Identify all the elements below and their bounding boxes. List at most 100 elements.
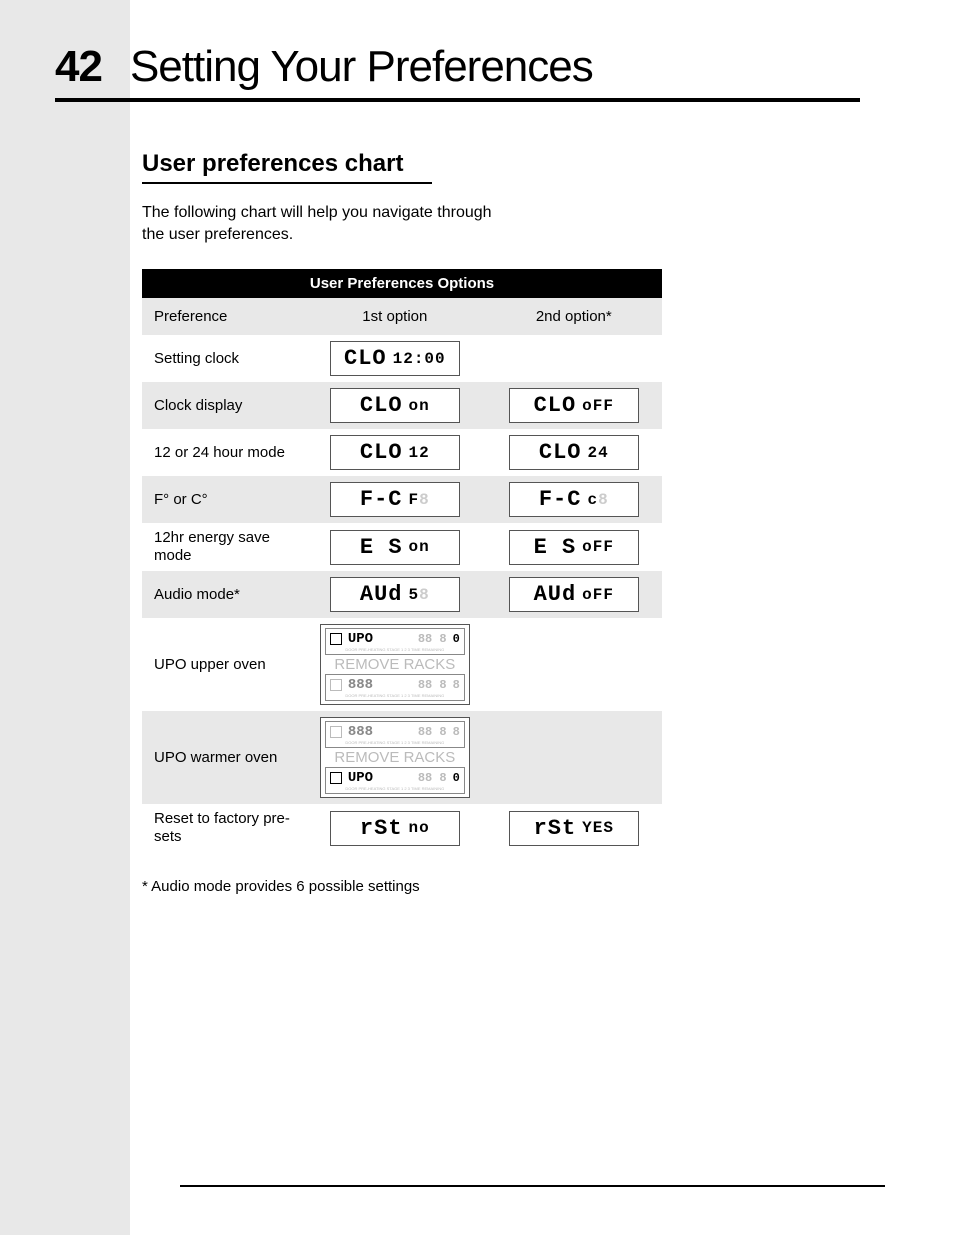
table-row: Clock display CLO on CLO oFF: [142, 382, 662, 429]
option-2-cell: E S oFF: [486, 523, 662, 571]
lcd-main: CLO: [534, 393, 577, 418]
lcd-sub: 12:00: [393, 350, 446, 368]
lcd-sub: on: [409, 397, 430, 415]
lcd-main: CLO: [360, 440, 403, 465]
lcd-sub: oFF: [582, 538, 614, 556]
section-title: User preferences chart: [142, 150, 403, 178]
table-row: Reset to factory pre-sets rSt no rSt YES: [142, 804, 662, 852]
preference-label: Setting clock: [142, 335, 304, 382]
lcd-main: F-C: [539, 487, 582, 512]
preference-label: Reset to factory pre-sets: [142, 804, 304, 852]
lcd-option: rSt no: [330, 811, 460, 846]
lcd-option: CLO 12: [330, 435, 460, 470]
lcd-upo-value: 0: [453, 632, 460, 646]
table-row: 12hr energy save mode E S on E S oFF: [142, 523, 662, 571]
lcd-ghost: 88 8: [418, 771, 447, 785]
table-row: F° or C° F-C F8 F-C c8: [142, 476, 662, 523]
option-2-cell: F-C c8: [486, 476, 662, 523]
lcd-main: E S: [534, 535, 577, 560]
footer-rule: [180, 1185, 885, 1187]
section: User preferences chart The following cha…: [130, 102, 940, 895]
preference-label: UPO warmer oven: [142, 711, 304, 804]
preference-label: 12hr energy save mode: [142, 523, 304, 571]
lcd-main: AUd: [534, 582, 577, 607]
preference-label: UPO upper oven: [142, 618, 304, 711]
option-1-cell: F-C F8: [304, 476, 485, 523]
lcd-tiny: REMOVE RACKS: [325, 749, 465, 766]
lcd-option: E S on: [330, 530, 460, 565]
lcd-option: E S oFF: [509, 530, 639, 565]
lcd-main: CLO: [539, 440, 582, 465]
preference-label: Clock display: [142, 382, 304, 429]
preference-label: F° or C°: [142, 476, 304, 523]
option-1-cell: UPO 88 80 DOOR PRE-HEATING STAGE 1 2 3 T…: [304, 618, 485, 711]
option-2-cell: CLO oFF: [486, 382, 662, 429]
lcd-main: CLO: [360, 393, 403, 418]
lcd-upo-label: 888: [348, 677, 373, 693]
lcd-option: CLO 24: [509, 435, 639, 470]
lcd-main: CLO: [344, 346, 387, 371]
oven-icon: [330, 726, 342, 738]
option-1-cell: AUd 58: [304, 571, 485, 618]
lcd-stack-row: 888 88 88 DOOR PRE-HEATING STAGE 1 2 3 T…: [325, 674, 465, 701]
lcd-tiny-text: DOOR PRE-HEATING STAGE 1 2 3 TIME REMAIN…: [330, 786, 460, 791]
col-option-1: 1st option: [304, 298, 485, 335]
lcd-option: AUd oFF: [509, 577, 639, 612]
lcd-upo-label: 888: [348, 724, 373, 740]
table-header: User Preferences Options: [142, 269, 662, 298]
table-column-headers: Preference 1st option 2nd option*: [142, 298, 662, 335]
lcd-tiny-text: DOOR PRE-HEATING STAGE 1 2 3 TIME REMAIN…: [330, 647, 460, 652]
lcd-ghost: 88 8: [418, 632, 447, 646]
preference-label: 12 or 24 hour mode: [142, 429, 304, 476]
lcd-upo-value: 0: [453, 771, 460, 785]
option-1-cell: rSt no: [304, 804, 485, 852]
col-option-2: 2nd option*: [486, 298, 662, 335]
lcd-ghost: 88 8: [418, 725, 447, 739]
table-row: Audio mode* AUd 58 AUd oFF: [142, 571, 662, 618]
lcd-sub: F8: [409, 491, 430, 509]
col-preference: Preference: [142, 298, 304, 335]
page-title: Setting Your Preferences: [130, 42, 593, 92]
option-2-cell: [486, 711, 662, 804]
option-2-cell: AUd oFF: [486, 571, 662, 618]
lcd-stack-row: UPO 88 8 0 DOOR PRE-HEATING STAGE 1 2 3 T…: [325, 767, 465, 794]
option-1-cell: E S on: [304, 523, 485, 571]
lcd-option: F-C F8: [330, 482, 460, 517]
lcd-sub: no: [409, 819, 430, 837]
lcd-main: rSt: [360, 816, 403, 841]
option-2-cell: [486, 335, 662, 382]
option-1-cell: CLO 12:00: [304, 335, 485, 382]
section-underline: [142, 182, 432, 184]
lcd-sub: 58: [409, 586, 430, 604]
lcd-sub: 12: [409, 444, 430, 462]
option-2-cell: [486, 618, 662, 711]
preference-label: Audio mode*: [142, 571, 304, 618]
lcd-option: AUd 58: [330, 577, 460, 612]
option-1-cell: CLO 12: [304, 429, 485, 476]
page-margin: [0, 0, 130, 1235]
option-1-cell: 888 88 8 8 DOOR PRE-HEATING STAGE 1 2 3 T…: [304, 711, 485, 804]
lcd-option-stacked: UPO 88 80 DOOR PRE-HEATING STAGE 1 2 3 T…: [320, 624, 470, 705]
lcd-option: F-C c8: [509, 482, 639, 517]
oven-icon: [330, 772, 342, 784]
lcd-upo-label: UPO: [348, 770, 373, 786]
lcd-option: CLO 12:00: [330, 341, 460, 376]
table-row: UPO upper oven UPO 88 80 DOOR PRE-HEATIN…: [142, 618, 662, 711]
manual-page: 42 Setting Your Preferences User prefere…: [0, 0, 954, 1235]
intro-text: The following chart will help you naviga…: [142, 202, 512, 245]
lcd-main: F-C: [360, 487, 403, 512]
lcd-upo-value: 8: [453, 678, 460, 692]
table-row: UPO warmer oven 888 88 8 8 DOOR PRE-HEATI…: [142, 711, 662, 804]
page-content: 42 Setting Your Preferences User prefere…: [130, 0, 940, 910]
lcd-stack-row: 888 88 88 DOOR PRE-HEATING STAGE 1 2 3 T…: [325, 721, 465, 748]
option-1-cell: CLO on: [304, 382, 485, 429]
lcd-main: E S: [360, 535, 403, 560]
lcd-option-stacked: 888 88 8 8 DOOR PRE-HEATING STAGE 1 2 3 T…: [320, 717, 470, 798]
oven-icon: [330, 679, 342, 691]
preferences-table: User Preferences Options Preference 1st …: [142, 269, 662, 852]
lcd-sub: on: [409, 538, 430, 556]
lcd-main: AUd: [360, 582, 403, 607]
lcd-upo-value: 8: [453, 725, 460, 739]
lcd-option: CLO on: [330, 388, 460, 423]
lcd-tiny: REMOVE RACKS: [325, 656, 465, 673]
